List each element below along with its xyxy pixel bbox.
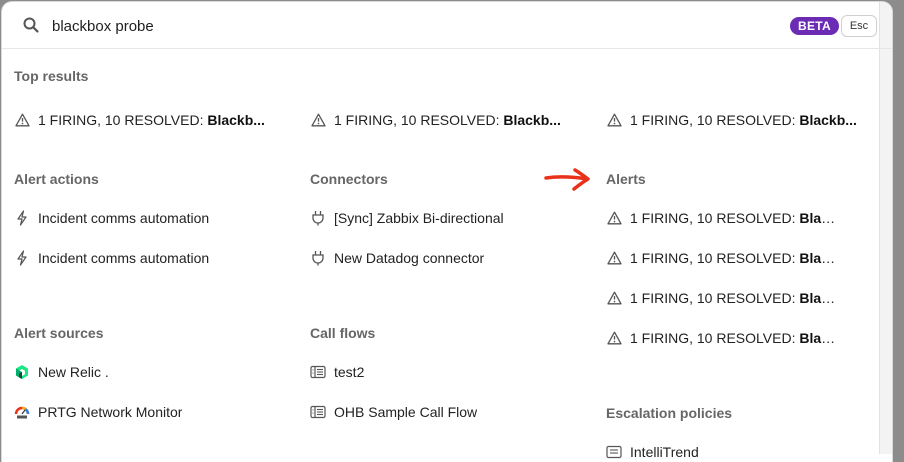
- plug-icon: [310, 250, 326, 266]
- section-title-escalation-policies: Escalation policies: [606, 405, 733, 421]
- alert-action-item[interactable]: Incident comms automation: [14, 247, 209, 269]
- scrollbar[interactable]: [879, 2, 892, 454]
- search-icon: [23, 17, 39, 33]
- call-flow-icon: [310, 404, 326, 420]
- top-result-item[interactable]: 1 FIRING, 10 RESOLVED: Blackb...: [606, 109, 866, 131]
- section-title-top-results: Top results: [14, 68, 89, 84]
- warning-triangle-icon: [606, 112, 622, 128]
- call-flow-item[interactable]: OHB Sample Call Flow: [310, 401, 477, 423]
- alert-source-label: New Relic .: [38, 364, 109, 380]
- alert-text: 1 FIRING, 10 RESOLVED:: [630, 250, 800, 266]
- alert-text: 1 FIRING, 10 RESOLVED:: [630, 330, 800, 346]
- alert-name: Blac...: [799, 210, 836, 226]
- alert-source-item[interactable]: New Relic .: [14, 361, 109, 383]
- alert-action-label: Incident comms automation: [38, 250, 210, 266]
- call-flow-label: test2: [334, 364, 365, 380]
- alert-name: Blackb...: [207, 112, 265, 128]
- alert-text: 1 FIRING, 10 RESOLVED:: [630, 210, 800, 226]
- new-relic-logo-icon: [14, 364, 30, 380]
- alert-item[interactable]: 1 FIRING, 10 RESOLVED: Blac...: [606, 327, 836, 349]
- alert-text: 1 FIRING, 10 RESOLVED:: [630, 290, 800, 306]
- alert-item[interactable]: 1 FIRING, 10 RESOLVED: Blac...: [606, 247, 836, 269]
- alert-item[interactable]: 1 FIRING, 10 RESOLVED: Blac...: [606, 287, 836, 309]
- alert-source-label: PRTG Network Monitor: [38, 404, 183, 420]
- connector-item[interactable]: New Datadog connector: [310, 247, 484, 269]
- lightning-bolt-icon: [14, 210, 30, 226]
- alert-action-label: Incident comms automation: [38, 210, 210, 226]
- alert-name: Blac...: [799, 290, 836, 306]
- alert-text: 1 FIRING, 10 RESOLVED:: [334, 112, 504, 128]
- alert-text: 1 FIRING, 10 RESOLVED:: [38, 112, 208, 128]
- alert-name: Blac...: [799, 250, 836, 266]
- warning-triangle-icon: [606, 330, 622, 346]
- top-result-item[interactable]: 1 FIRING, 10 RESOLVED: Blackb...: [14, 109, 274, 131]
- warning-triangle-icon: [310, 112, 326, 128]
- warning-triangle-icon: [606, 210, 622, 226]
- connector-item[interactable]: [Sync] Zabbix Bi-directional: [310, 207, 504, 229]
- search-input[interactable]: [52, 14, 652, 38]
- alert-item[interactable]: 1 FIRING, 10 RESOLVED: Blac...: [606, 207, 836, 229]
- section-title-call-flows: Call flows: [310, 325, 376, 341]
- annotation-arrow-icon: [544, 168, 590, 191]
- call-flow-item[interactable]: test2: [310, 361, 364, 383]
- search-panel: BETA Esc Top results 1 FIRING, 10 RESOLV…: [2, 2, 892, 462]
- alert-name: Blackb...: [799, 112, 857, 128]
- section-title-alerts: Alerts: [606, 171, 646, 187]
- lightning-bolt-icon: [14, 250, 30, 266]
- connector-label: [Sync] Zabbix Bi-directional: [334, 210, 504, 226]
- escalation-policy-label: IntelliTrend: [630, 444, 699, 460]
- escalation-policy-icon: [606, 444, 622, 460]
- alert-name: Blac...: [799, 330, 836, 346]
- search-bar: BETA Esc: [2, 2, 892, 49]
- warning-triangle-icon: [14, 112, 30, 128]
- plug-icon: [310, 210, 326, 226]
- call-flow-label: OHB Sample Call Flow: [334, 404, 478, 420]
- call-flow-icon: [310, 364, 326, 380]
- connector-label: New Datadog connector: [334, 250, 485, 266]
- alert-action-item[interactable]: Incident comms automation: [14, 207, 209, 229]
- section-title-connectors: Connectors: [310, 171, 388, 187]
- prtg-logo-icon: [14, 404, 30, 420]
- esc-button[interactable]: Esc: [841, 15, 877, 37]
- warning-triangle-icon: [606, 290, 622, 306]
- section-title-alert-actions: Alert actions: [14, 171, 99, 187]
- warning-triangle-icon: [606, 250, 622, 266]
- alert-source-item[interactable]: PRTG Network Monitor: [14, 401, 182, 423]
- alert-text: 1 FIRING, 10 RESOLVED:: [630, 112, 800, 128]
- section-title-alert-sources: Alert sources: [14, 325, 104, 341]
- alert-name: Blackb...: [503, 112, 561, 128]
- top-result-item[interactable]: 1 FIRING, 10 RESOLVED: Blackb...: [310, 109, 570, 131]
- beta-badge: BETA: [790, 17, 839, 35]
